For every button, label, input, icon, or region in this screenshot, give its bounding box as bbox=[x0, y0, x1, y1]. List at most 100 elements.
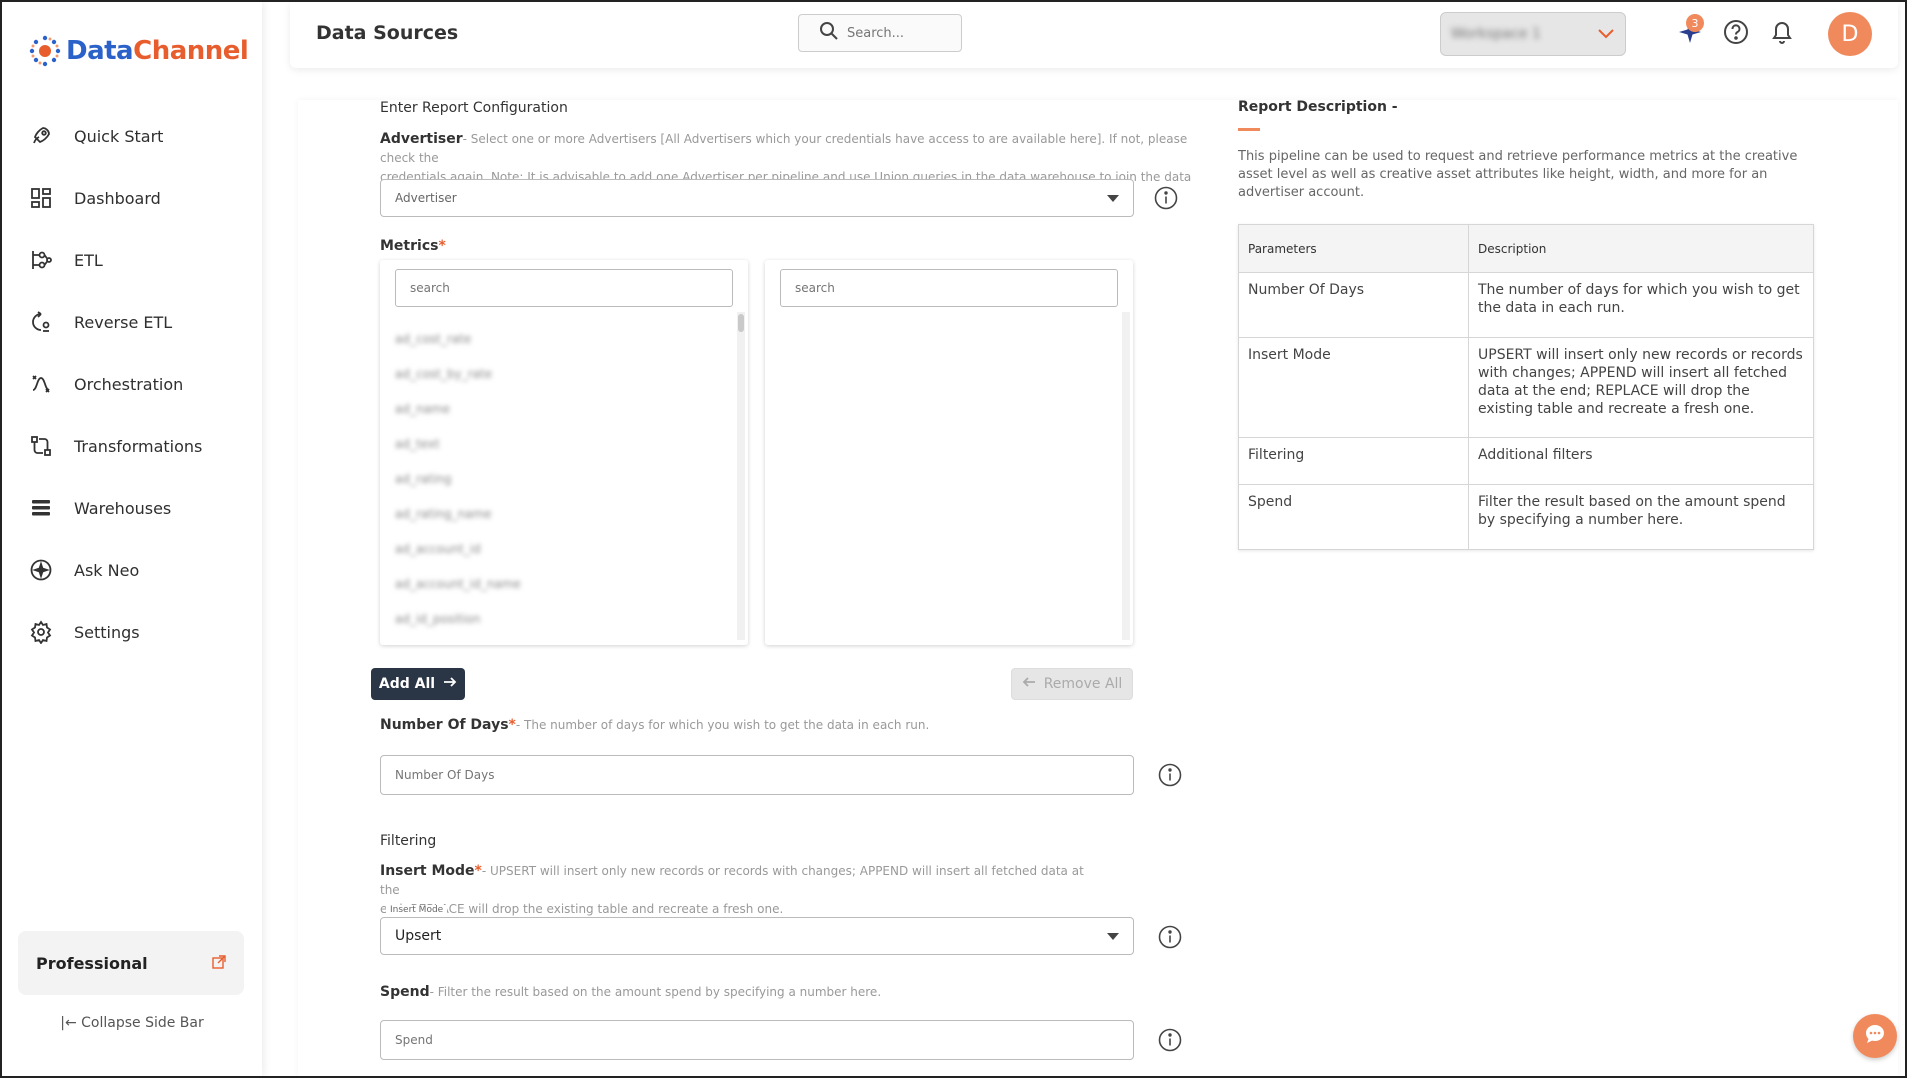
param-cell: Filtering bbox=[1238, 437, 1469, 485]
datachannel-logo[interactable]: DataChannel bbox=[28, 34, 249, 68]
metric-item[interactable]: ad_name bbox=[395, 402, 450, 416]
sidebar-item-label: Transformations bbox=[74, 436, 203, 456]
add-all-button[interactable]: Add All bbox=[371, 668, 465, 700]
notification-count-badge: 3 bbox=[1686, 14, 1704, 32]
column-header: Parameters bbox=[1238, 224, 1469, 273]
insert-mode-desc-line1: - UPSERT will insert only new records or… bbox=[380, 864, 1084, 897]
notifications-button[interactable] bbox=[1768, 20, 1796, 48]
page-title: Data Sources bbox=[316, 22, 459, 44]
report-description-accent-bar bbox=[1238, 128, 1260, 131]
metric-item[interactable]: ad_text bbox=[395, 437, 440, 451]
metrics-label-block: Metrics* bbox=[380, 238, 446, 254]
sidebar-item-label: Orchestration bbox=[74, 374, 184, 394]
advertiser-desc-line1: - Select one or more Advertisers [All Ad… bbox=[380, 132, 1188, 165]
metric-item[interactable]: ad_rating bbox=[395, 472, 452, 486]
collapse-label: Collapse Side Bar bbox=[81, 1015, 204, 1031]
desc-cell: UPSERT will insert only new records or r… bbox=[1468, 337, 1814, 438]
sidebar-item-reverse-etl[interactable]: Reverse ETL bbox=[2, 291, 262, 353]
orchestration-icon bbox=[28, 371, 54, 397]
account-name: Workspace 1 bbox=[1451, 26, 1541, 42]
warehouses-icon bbox=[28, 495, 54, 521]
sidebar-item-ask-neo[interactable]: Ask Neo bbox=[2, 539, 262, 601]
search-input[interactable] bbox=[847, 25, 937, 41]
sidebar-item-label: Reverse ETL bbox=[74, 312, 173, 332]
number-of-days-input[interactable] bbox=[380, 755, 1134, 795]
desc-cell: Filter the result based on the amount sp… bbox=[1468, 484, 1814, 550]
dropdown-caret-icon bbox=[1107, 932, 1119, 940]
chat-bubble-icon bbox=[1863, 1022, 1887, 1050]
advertiser-select[interactable]: Advertiser bbox=[380, 179, 1134, 217]
param-cell: Insert Mode bbox=[1238, 337, 1469, 438]
remove-all-button[interactable]: Remove All bbox=[1011, 668, 1133, 700]
user-avatar[interactable]: D bbox=[1828, 12, 1872, 56]
required-asterisk: * bbox=[508, 717, 516, 733]
sidebar-item-label: Warehouses bbox=[74, 498, 172, 518]
metric-item[interactable]: ad_account_id bbox=[395, 542, 481, 556]
available-metrics-scroll-thumb[interactable] bbox=[738, 314, 744, 332]
sidebar-item-etl[interactable]: ETL bbox=[2, 229, 262, 291]
plan-card[interactable]: Professional bbox=[18, 931, 244, 995]
spend-label-block: Spend- Filter the result based on the am… bbox=[380, 984, 881, 1000]
sidebar-item-quick-start[interactable]: Quick Start bbox=[2, 105, 262, 167]
metric-item[interactable]: ad_rating_name bbox=[395, 507, 492, 521]
required-asterisk: * bbox=[474, 863, 482, 879]
chat-support-button[interactable] bbox=[1853, 1014, 1897, 1058]
sidebar-item-dashboard[interactable]: Dashboard bbox=[2, 167, 262, 229]
rocket-icon bbox=[28, 123, 54, 149]
spend-input[interactable] bbox=[380, 1020, 1134, 1060]
selected-metrics-search[interactable] bbox=[780, 269, 1118, 307]
remove-all-label: Remove All bbox=[1043, 676, 1123, 692]
available-metrics-search[interactable] bbox=[395, 269, 733, 307]
logo-wordmark: DataChannel bbox=[66, 36, 249, 66]
metric-item[interactable]: ad_cost_rate bbox=[395, 332, 471, 346]
table-row: Filtering Additional filters bbox=[1238, 437, 1814, 485]
collapse-sidebar-button[interactable]: |← Collapse Side Bar bbox=[2, 1015, 262, 1031]
param-cell: Number Of Days bbox=[1238, 272, 1469, 338]
account-selector[interactable]: Workspace 1 bbox=[1440, 12, 1626, 56]
insert-mode-info-icon[interactable] bbox=[1158, 925, 1182, 949]
insert-mode-value: Upsert bbox=[395, 928, 442, 944]
external-link-icon[interactable] bbox=[212, 954, 226, 973]
insert-mode-select[interactable]: Upsert bbox=[380, 917, 1134, 955]
spend-label: Spend bbox=[380, 984, 430, 1000]
metric-item[interactable]: ad_account_id_name bbox=[395, 577, 521, 591]
sidebar-item-label: Dashboard bbox=[74, 188, 161, 208]
selected-metrics-panel bbox=[765, 260, 1133, 645]
sidebar-item-label: Quick Start bbox=[74, 126, 164, 146]
etl-flow-icon bbox=[28, 247, 54, 273]
filtering-title: Filtering bbox=[380, 833, 437, 849]
table-row: Number Of Days The number of days for wh… bbox=[1238, 272, 1814, 338]
help-circle-icon bbox=[1723, 19, 1749, 49]
metric-item[interactable]: ad_id_position bbox=[395, 612, 480, 626]
metric-item[interactable]: ad_cost_by_rate bbox=[395, 367, 492, 381]
sidebar-item-warehouses[interactable]: Warehouses bbox=[2, 477, 262, 539]
parameters-table: Parameters Description Number Of Days Th… bbox=[1238, 224, 1814, 550]
sidebar-item-label: Ask Neo bbox=[74, 560, 140, 580]
sidebar-nav: Quick Start Dashboard ETL Reverse ETL Or… bbox=[2, 105, 262, 663]
column-header: Description bbox=[1468, 224, 1814, 273]
arrow-left-icon bbox=[1022, 675, 1036, 693]
report-description-text: This pipeline can be used to request and… bbox=[1238, 149, 1798, 200]
dashboard-grid-icon bbox=[28, 185, 54, 211]
chevron-down-icon bbox=[1597, 25, 1615, 44]
advertiser-info-icon[interactable] bbox=[1154, 186, 1178, 210]
collapse-arrow-icon: |← bbox=[60, 1015, 77, 1031]
dropdown-caret-icon bbox=[1107, 194, 1119, 202]
sidebar-item-settings[interactable]: Settings bbox=[2, 601, 262, 663]
selected-metrics-scrollbar[interactable] bbox=[1122, 312, 1130, 640]
transformations-icon bbox=[28, 433, 54, 459]
available-metrics-scrollbar[interactable] bbox=[737, 312, 745, 640]
spend-info-icon[interactable] bbox=[1158, 1028, 1182, 1052]
table-row: Spend Filter the result based on the amo… bbox=[1238, 484, 1814, 550]
sidebar-item-label: Settings bbox=[74, 622, 140, 642]
help-button[interactable] bbox=[1722, 20, 1750, 48]
datachannel-logo-icon bbox=[28, 34, 62, 68]
sidebar-item-transformations[interactable]: Transformations bbox=[2, 415, 262, 477]
insert-mode-label-block: Insert Mode*- UPSERT will insert only ne… bbox=[380, 862, 1100, 919]
sidebar-item-orchestration[interactable]: Orchestration bbox=[2, 353, 262, 415]
section-title: Enter Report Configuration bbox=[380, 100, 568, 116]
days-info-icon[interactable] bbox=[1158, 763, 1182, 787]
gear-icon bbox=[28, 619, 54, 645]
available-metrics-panel: ad_cost_rate ad_cost_by_rate ad_name ad_… bbox=[380, 260, 748, 645]
header-search[interactable] bbox=[798, 14, 962, 52]
